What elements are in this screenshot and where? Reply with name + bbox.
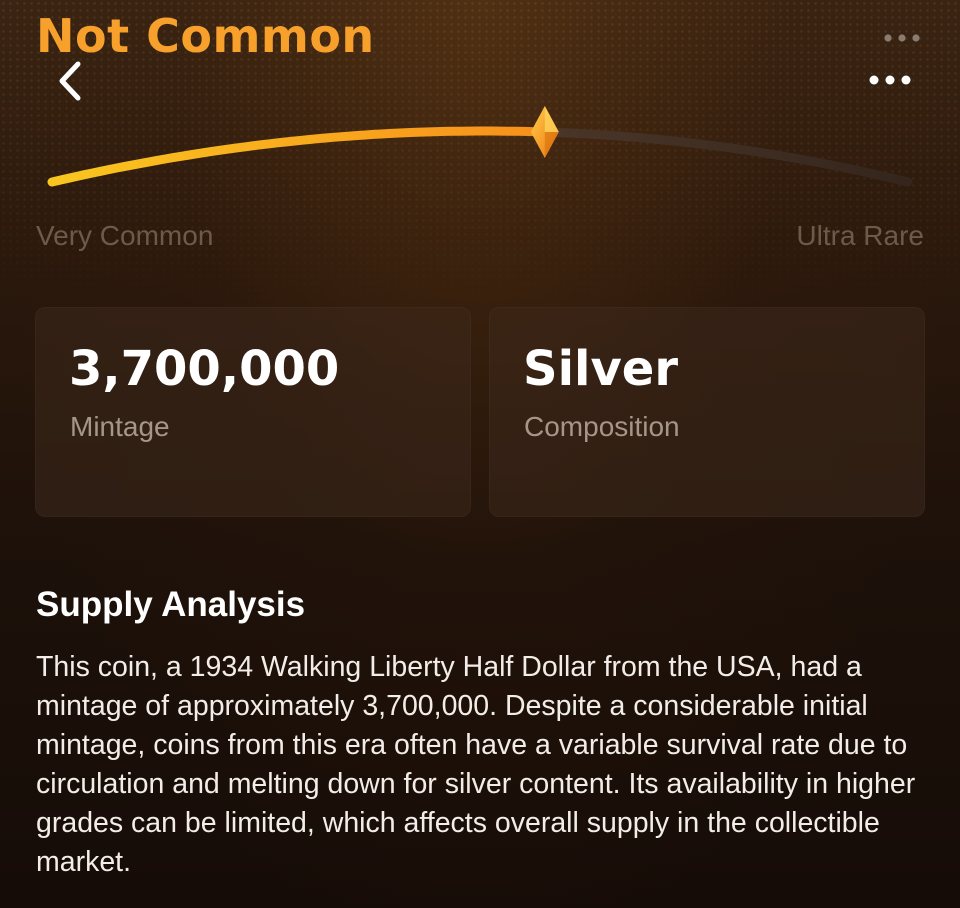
composition-card: Silver Composition bbox=[489, 307, 925, 517]
supply-analysis-title: Supply Analysis bbox=[36, 585, 306, 624]
mintage-card: 3,700,000 Mintage bbox=[35, 307, 471, 517]
mintage-label: Mintage bbox=[70, 411, 170, 442]
composition-value: Silver bbox=[523, 341, 678, 397]
more-options-button-faded[interactable] bbox=[880, 28, 924, 48]
rarity-marker-gem-icon bbox=[530, 106, 559, 158]
scale-min-label: Very Common bbox=[36, 220, 214, 251]
rarity-track bbox=[553, 128, 913, 187]
supply-analysis-text: This coin, a 1934 Walking Liberty Half D… bbox=[36, 651, 916, 878]
more-options-button[interactable] bbox=[862, 66, 918, 94]
rarity-track-fill bbox=[47, 126, 537, 187]
more-horizontal-icon bbox=[884, 34, 920, 42]
more-horizontal-icon bbox=[869, 75, 911, 85]
composition-label: Composition bbox=[524, 411, 680, 442]
scale-max-label: Ultra Rare bbox=[796, 220, 924, 251]
mintage-value: 3,700,000 bbox=[69, 341, 340, 397]
rarity-meter bbox=[47, 106, 913, 187]
